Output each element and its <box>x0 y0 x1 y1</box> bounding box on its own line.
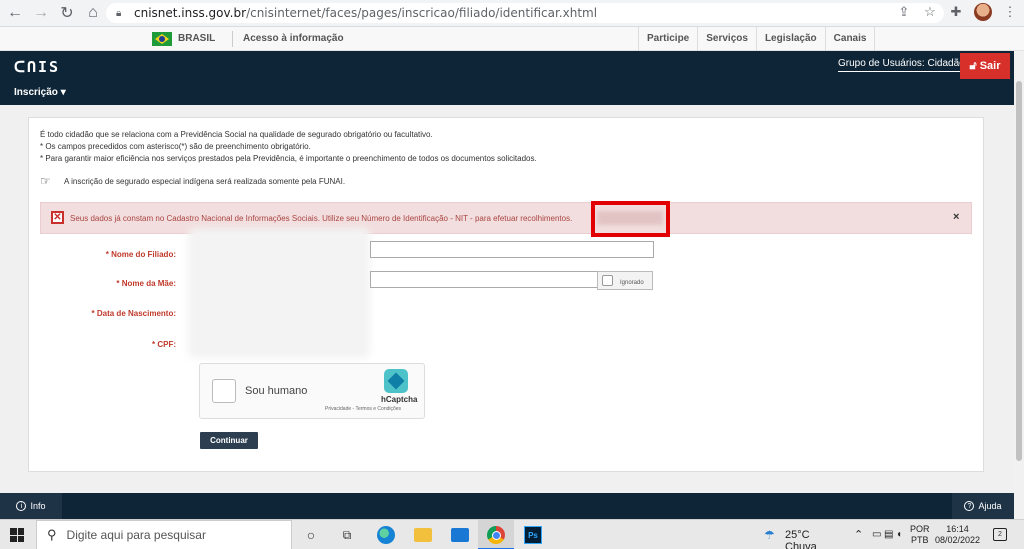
label-data-nascimento: * Data de Nascimento: <box>91 309 176 318</box>
profile-avatar[interactable] <box>974 3 992 21</box>
page-footer: i Info ? Ajuda <box>0 493 1014 519</box>
gov-links: Participe Serviços Legislação Canais <box>638 27 876 51</box>
volume-icon[interactable]: ◖ <box>896 529 902 540</box>
search-icon: ⚲ <box>47 527 57 542</box>
gov-divider <box>232 31 233 47</box>
nome-filiado-input[interactable] <box>370 241 654 258</box>
label-nome-mae: * Nome da Mãe: <box>116 279 176 288</box>
clock[interactable]: 16:14 08/02/2022 <box>935 524 980 546</box>
unlock-icon: 🔓︎ <box>969 59 977 72</box>
funai-text: A inscrição de segurado especial indígen… <box>64 176 346 186</box>
ignorado-checkbox[interactable]: Ignorado <box>597 271 653 290</box>
sair-label: Sair <box>979 60 1001 72</box>
gov-link-servicos[interactable]: Serviços <box>697 27 756 51</box>
app-header: ᑕՈIS Inscrição ▾ Grupo de Usuários: Cida… <box>0 51 1014 105</box>
funai-notice: ☞ A inscrição de segurado especial indíg… <box>40 175 345 187</box>
hcaptcha-brand: hCaptcha <box>381 395 418 404</box>
label-nome-filiado: * Nome do Filiado: <box>105 250 176 259</box>
forward-icon[interactable]: → <box>30 2 52 24</box>
browser-actions: ⇪ ☆ ✚ ⋮ <box>896 3 1018 21</box>
intro-text: É todo cidadão que se relaciona com a Pr… <box>40 129 537 165</box>
captcha-label: Sou humano <box>245 385 308 397</box>
photoshop-icon[interactable]: Ps <box>524 526 542 544</box>
home-icon[interactable]: ⌂ <box>82 2 104 24</box>
intro-line-3: * Para garantir maior eficiência nos ser… <box>40 154 537 163</box>
network-icon[interactable]: ▤ <box>884 529 893 540</box>
error-message: Seus dados já constam no Cadastro Nacion… <box>70 214 573 223</box>
url-host: cnisnet.inss.gov.br <box>134 6 247 20</box>
file-explorer-icon[interactable] <box>414 528 432 542</box>
more-icon[interactable]: ⋮ <box>1002 4 1018 20</box>
star-icon[interactable]: ☆ <box>922 4 938 20</box>
extensions-icon[interactable]: ✚ <box>948 4 964 20</box>
error-alert: ✕ Seus dados já constam no Cadastro Naci… <box>40 201 972 237</box>
gov-brasil-link[interactable]: BRASIL <box>178 33 215 44</box>
address-bar[interactable]: 🔒︎ cnisnet.inss.gov.br/cnisinternet/face… <box>106 3 944 23</box>
url-path: /cnisinternet/faces/pages/inscricao/fili… <box>246 6 598 20</box>
gov-link-canais[interactable]: Canais <box>824 27 876 51</box>
lang-line-2: PTB <box>911 535 929 545</box>
lang-line-1: POR <box>910 524 930 534</box>
weather-text[interactable]: 25°C Chuva <box>785 529 817 549</box>
share-icon[interactable]: ⇪ <box>896 4 912 20</box>
cortana-icon[interactable]: ○ <box>302 526 320 544</box>
label-cpf: * CPF: <box>152 340 176 349</box>
lock-icon: 🔒︎ <box>116 8 122 19</box>
menu-inscricao[interactable]: Inscrição ▾ <box>14 87 66 98</box>
brazil-flag-icon <box>152 32 172 46</box>
taskbar-search[interactable]: ⚲ Digite aqui para pesquisar <box>36 520 292 549</box>
task-view-icon[interactable]: ⧉ <box>338 526 356 544</box>
menu-inscricao-label: Inscrição <box>14 87 58 98</box>
info-icon: i <box>16 501 27 511</box>
close-icon[interactable]: × <box>953 211 959 223</box>
gov-acesso-link[interactable]: Acesso à informação <box>243 33 344 44</box>
hcaptcha-logo-icon <box>384 369 408 393</box>
captcha-checkbox[interactable] <box>212 379 236 403</box>
caret-down-icon: ▾ <box>60 87 66 98</box>
highlight-box <box>591 201 670 237</box>
intro-line-2: * Os campos precedidos com asterisco(*) … <box>40 142 311 151</box>
nome-mae-input[interactable] <box>370 271 598 288</box>
page-scrollbar[interactable] <box>1014 51 1024 519</box>
info-button[interactable]: i Info <box>0 493 62 519</box>
mail-icon[interactable] <box>451 528 469 542</box>
gov-bar: BRASIL Acesso à informação Participe Ser… <box>0 27 1024 51</box>
back-icon[interactable]: ← <box>4 2 26 24</box>
help-icon: ? <box>964 501 975 511</box>
cnis-logo: ᑕՈIS <box>14 58 61 76</box>
clock-time: 16:14 <box>946 524 969 534</box>
sair-button[interactable]: 🔓︎ Sair <box>960 53 1010 79</box>
pointing-hand-icon: ☞ <box>40 174 51 188</box>
clock-date: 08/02/2022 <box>935 535 981 545</box>
edge-icon[interactable] <box>377 526 395 544</box>
notification-icon[interactable]: 2 <box>993 528 1007 541</box>
chrome-icon[interactable] <box>487 526 505 544</box>
tray-expand-icon[interactable]: ⌃ <box>854 528 863 541</box>
ajuda-label: Ajuda <box>978 501 1002 511</box>
form-panel <box>28 117 984 472</box>
ignorado-label: Ignorado <box>620 280 644 286</box>
gov-link-legislacao[interactable]: Legislação <box>755 27 825 51</box>
info-label: Info <box>30 501 46 511</box>
ignorado-box[interactable] <box>602 275 613 286</box>
reload-icon[interactable]: ↻ <box>56 2 78 24</box>
browser-toolbar: ← → ↻ ⌂ 🔒︎ cnisnet.inss.gov.br/cnisinter… <box>0 0 1024 27</box>
error-x-icon: ✕ <box>51 211 64 224</box>
weather-icon[interactable]: ☂ <box>764 528 775 542</box>
taskbar-search-placeholder: Digite aqui para pesquisar <box>66 528 206 542</box>
windows-taskbar: ⚲ Digite aqui para pesquisar ○ ⧉ Ps ☂ 25… <box>0 519 1024 549</box>
battery-icon[interactable]: ▭ <box>872 529 881 540</box>
ajuda-button[interactable]: ? Ajuda <box>952 493 1014 519</box>
user-group: Grupo de Usuários: Cidadão <box>838 58 965 72</box>
continuar-button[interactable]: Continuar <box>200 432 258 449</box>
hcaptcha-links[interactable]: Privacidade - Termos e Condições <box>325 406 401 412</box>
scroll-thumb[interactable] <box>1016 81 1022 461</box>
intro-line-1: É todo cidadão que se relaciona com a Pr… <box>40 130 433 139</box>
redacted-area <box>188 228 370 358</box>
language-indicator[interactable]: POR PTB <box>910 524 930 546</box>
windows-start-icon[interactable] <box>10 528 24 542</box>
gov-link-participe[interactable]: Participe <box>638 27 697 51</box>
hcaptcha-widget: Sou humano hCaptcha Privacidade - Termos… <box>199 363 425 419</box>
